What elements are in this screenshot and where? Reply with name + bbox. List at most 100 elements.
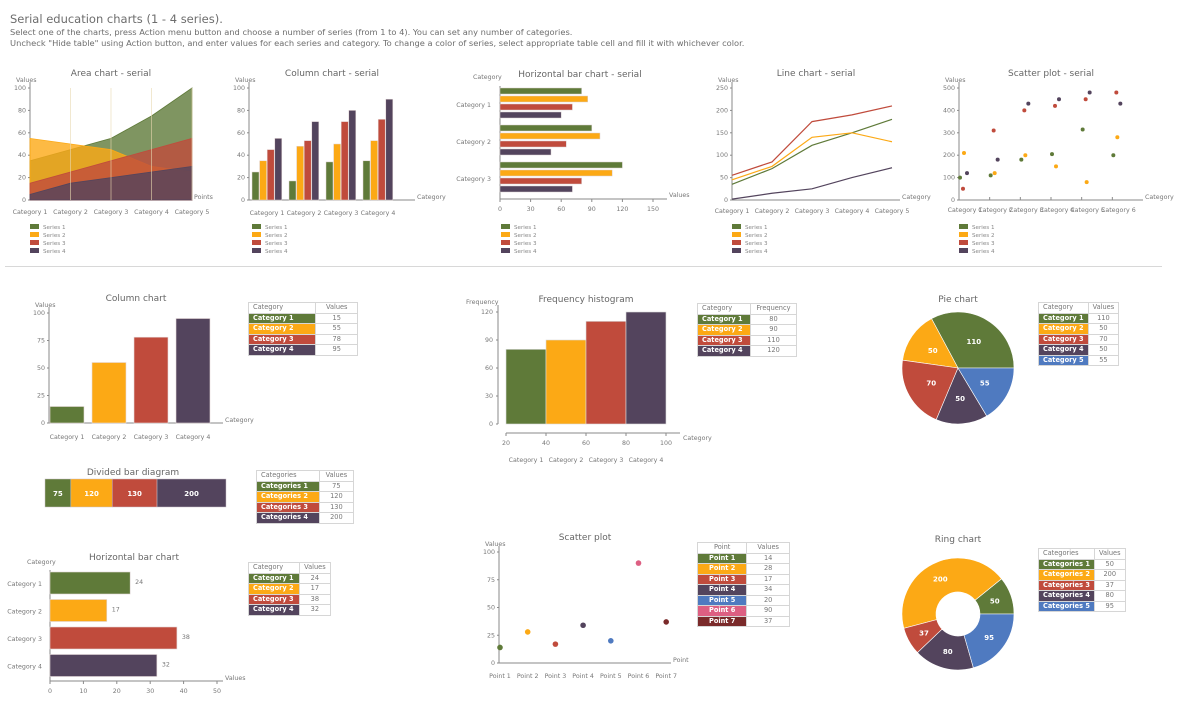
table-header-cell: Values xyxy=(746,542,790,554)
value-cell[interactable]: 130 xyxy=(318,501,355,513)
chart-title: Pie chart xyxy=(938,295,978,305)
x-tick-label: 0 xyxy=(48,688,52,695)
value-cell[interactable]: 55 xyxy=(1087,354,1120,366)
category-cell[interactable]: Point 3 xyxy=(696,573,748,585)
column-chart-serial[interactable]: Column chart - serial Values 0 20 40 60 80 100 C… xyxy=(225,60,455,260)
value-cell[interactable]: 34 xyxy=(746,584,790,596)
x-axis-label: Point xyxy=(673,657,689,664)
category-cell[interactable]: Category 3 xyxy=(697,334,751,346)
category-cell[interactable]: Category 4 xyxy=(247,344,317,356)
category-cell[interactable]: Point 2 xyxy=(696,563,748,575)
value-cell[interactable]: 90 xyxy=(746,605,790,617)
divided-bar-table[interactable]: Categories Values Categories 1 75 Categories… xyxy=(256,470,355,524)
value-cell[interactable]: 120 xyxy=(749,345,798,357)
column-chart-table[interactable]: Category Values Category 1 15 Category 2 55 Ca… xyxy=(247,302,358,356)
value-cell[interactable]: 95 xyxy=(315,344,358,356)
category-cell[interactable]: Point 6 xyxy=(696,605,748,617)
divided-bar-diagram[interactable]: Divided bar diagram 75 120 130 200 xyxy=(40,460,240,520)
category-cell[interactable]: Category 2 xyxy=(247,323,317,335)
value-cell[interactable]: 70 xyxy=(1087,333,1120,345)
category-cell[interactable]: Categories 3 xyxy=(1038,579,1095,591)
category-cell[interactable]: Category 5 xyxy=(1038,354,1089,366)
table-row: Point 1 14 xyxy=(696,552,790,564)
category-cell[interactable]: Category 4 xyxy=(248,604,300,616)
value-cell[interactable]: 78 xyxy=(315,333,358,345)
column-chart[interactable]: Column chart Values 0 25 50 75 100 Category Cate… xyxy=(25,290,255,450)
y-tick-label: 40 xyxy=(237,152,245,159)
legend-label: Series 1 xyxy=(265,225,288,231)
value-cell[interactable]: 110 xyxy=(1087,312,1120,324)
value-cell[interactable]: 200 xyxy=(318,512,355,524)
category-cell[interactable]: Categories 1 xyxy=(256,480,320,492)
category-cell[interactable]: Category 2 xyxy=(248,583,300,595)
scatter-plot-serial[interactable]: Scatter plot - serial Values 0 100 200 300 400… xyxy=(925,60,1180,260)
line-chart-serial[interactable]: Line chart - serial Values 0 50 100 150 200 250… xyxy=(700,60,931,260)
value-cell[interactable]: 200 xyxy=(1093,569,1126,581)
category-cell[interactable]: Point 7 xyxy=(696,615,748,627)
horizontal-bar-table[interactable]: Category Values Category 1 24 Category 2 17 Ca… xyxy=(248,562,332,616)
y-axis-label: Values xyxy=(35,302,56,309)
category-cell[interactable]: Categories 3 xyxy=(256,501,320,513)
category-cell[interactable]: Categories 1 xyxy=(1038,558,1095,570)
scatter-plot[interactable]: Scatter plot Values 0 25 50 75 100 Point Point 1… xyxy=(475,530,695,690)
value-cell[interactable]: 50 xyxy=(1087,344,1120,356)
category-cell[interactable]: Point 1 xyxy=(696,552,748,564)
category-cell[interactable]: Categories 5 xyxy=(1038,600,1095,612)
category-cell[interactable]: Category 3 xyxy=(247,333,317,345)
value-cell[interactable]: 50 xyxy=(1087,323,1120,335)
value-cell[interactable]: 24 xyxy=(298,572,332,584)
category-cell[interactable]: Category 1 xyxy=(248,572,300,584)
category-cell[interactable]: Category 3 xyxy=(1038,333,1089,345)
value-cell[interactable]: 17 xyxy=(298,583,332,595)
value-cell[interactable]: 80 xyxy=(749,313,798,325)
ring-chart-table[interactable]: Categories Values Categories 1 50 Categories… xyxy=(1038,548,1126,612)
category-cell[interactable]: Category 2 xyxy=(697,324,751,336)
category-cell[interactable]: Category 4 xyxy=(697,345,751,357)
category-cell[interactable]: Categories 2 xyxy=(1038,569,1095,581)
pie-chart[interactable]: Pie chart 110 50 70 50 55 xyxy=(895,290,1035,435)
value-cell[interactable]: 15 xyxy=(315,312,358,324)
value-cell[interactable]: 95 xyxy=(1093,600,1126,612)
ring-chart[interactable]: Ring chart 50 200 37 80 95 xyxy=(895,530,1035,680)
category-cell[interactable]: Categories 4 xyxy=(1038,590,1095,602)
scatter-plot-table[interactable]: Point Values Point 1 14 Point 2 28 Point 3 17 Po… xyxy=(696,542,790,627)
value-cell[interactable]: 80 xyxy=(1093,590,1126,602)
y-tick-label: 100 xyxy=(483,549,495,556)
category-cell[interactable]: Category 1 xyxy=(697,313,751,325)
value-cell[interactable]: 37 xyxy=(1093,579,1126,591)
x-tick-label: Category 1 xyxy=(13,209,48,216)
table-row: Category 4 120 xyxy=(697,345,798,357)
value-cell[interactable]: 14 xyxy=(746,552,790,564)
category-cell[interactable]: Category 1 xyxy=(247,312,317,324)
value-cell[interactable]: 110 xyxy=(749,334,798,346)
value-cell[interactable]: 17 xyxy=(746,573,790,585)
pie-chart-table[interactable]: Category Values Category 1 110 Category 2 50 C… xyxy=(1038,302,1120,366)
category-cell[interactable]: Category 3 xyxy=(248,593,300,605)
category-cell[interactable]: Point 4 xyxy=(696,584,748,596)
category-cell[interactable]: Categories 2 xyxy=(256,491,320,503)
horizontal-bar-chart[interactable]: Horizontal bar chart Category Values 0 10 20 3… xyxy=(0,545,245,705)
value-cell[interactable]: 20 xyxy=(746,594,790,606)
value-cell[interactable]: 120 xyxy=(318,491,355,503)
value-cell[interactable]: 55 xyxy=(315,323,358,335)
value-cell[interactable]: 38 xyxy=(298,593,332,605)
x-tick-label: 150 xyxy=(647,206,659,213)
value-cell[interactable]: 28 xyxy=(746,563,790,575)
value-cell[interactable]: 75 xyxy=(318,480,355,492)
area-chart-serial[interactable]: Area chart - serial Values 0 20 40 60 80 100 Poi… xyxy=(0,60,230,260)
value-cell[interactable]: 90 xyxy=(749,324,798,336)
histogram-table[interactable]: Category Frequency Category 1 80 Category 29… xyxy=(697,303,798,357)
data-point xyxy=(1053,103,1057,108)
legend-label: Series 4 xyxy=(745,249,768,255)
category-cell[interactable]: Category 2 xyxy=(1038,323,1089,335)
value-cell[interactable]: 37 xyxy=(746,615,790,627)
value-cell[interactable]: 50 xyxy=(1093,558,1126,570)
category-cell[interactable]: Category 4 xyxy=(1038,344,1089,356)
category-cell[interactable]: Point 5 xyxy=(696,594,748,606)
table-header-cell: Categories xyxy=(1038,548,1095,560)
horizontal-bar-chart-serial[interactable]: Horizontal bar chart - serial Category Val… xyxy=(455,60,695,260)
category-cell[interactable]: Categories 4 xyxy=(256,512,320,524)
value-cell[interactable]: 32 xyxy=(298,604,332,616)
category-cell[interactable]: Category 1 xyxy=(1038,312,1089,324)
frequency-histogram[interactable]: Frequency histogram Frequency 0 30 60 90 120 Ca… xyxy=(460,290,712,470)
